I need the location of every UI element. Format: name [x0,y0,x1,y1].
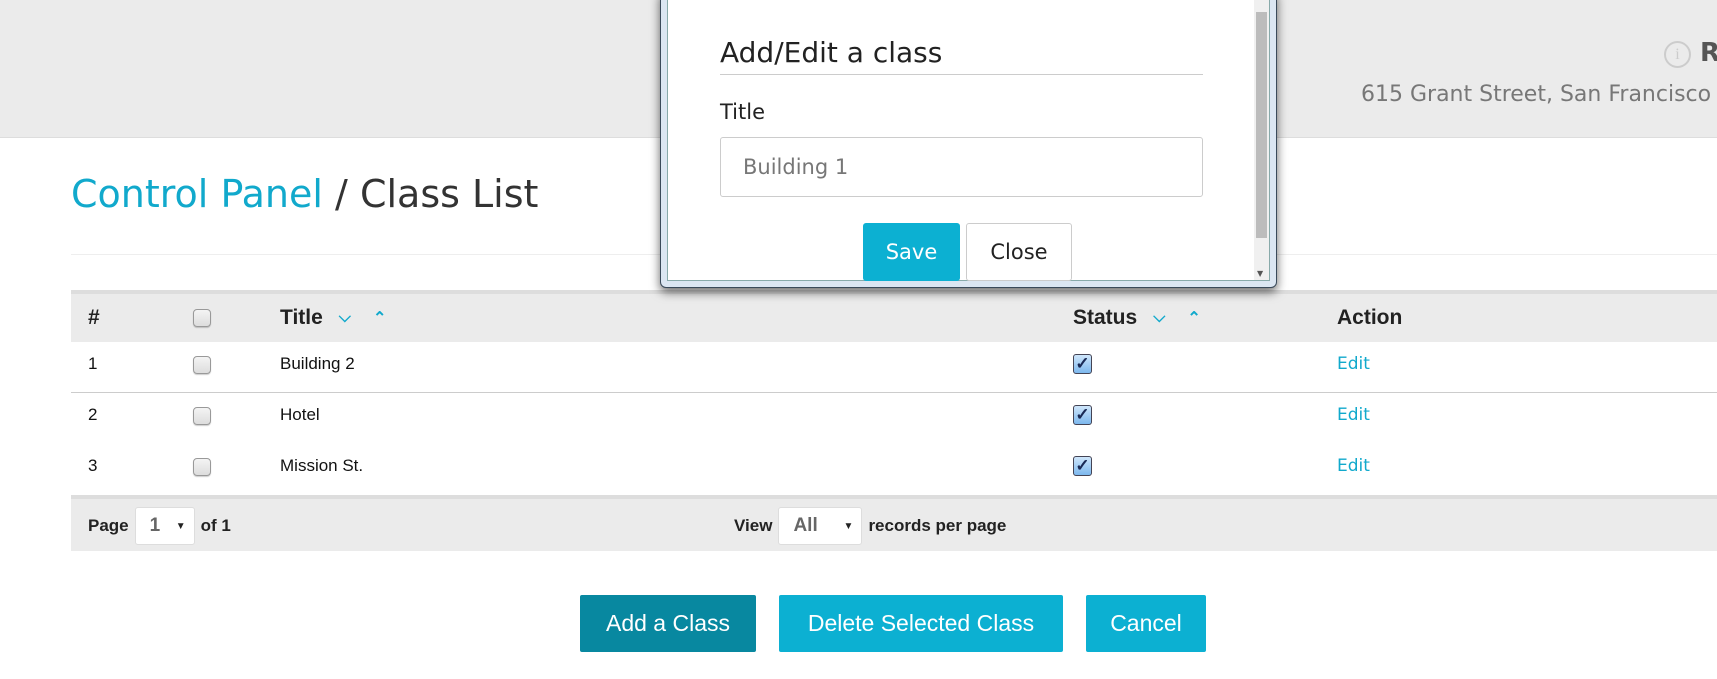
save-button[interactable]: Save [863,223,960,281]
scrollbar[interactable]: ▲ ▼ [1254,0,1269,280]
sort-asc-icon[interactable]: ⌃ [373,308,386,328]
page-count: of 1 [200,516,231,535]
row-checkbox[interactable] [193,458,211,476]
breadcrumb-separator: / [322,172,360,216]
add-class-button[interactable]: Add a Class [580,595,756,652]
sort-desc-icon[interactable]: ⌵ [1153,309,1165,327]
status-checkbox[interactable]: ✓ [1073,405,1092,425]
records-per-page-select[interactable]: All ▼ [778,507,863,545]
divider [720,74,1203,75]
view-value: All [793,515,818,536]
dialog-heading: Add/Edit a class [720,36,943,69]
class-table: # Title ⌵ ⌃ Status ⌵ ⌃ Action 1 Building 2 ✓… [71,290,1717,551]
dropdown-arrow-icon: ▼ [843,520,854,532]
row-number: 1 [88,354,98,373]
column-action: Action [1337,306,1403,329]
row-checkbox[interactable] [193,356,211,374]
sort-asc-icon[interactable]: ⌃ [1187,308,1200,328]
status-checkbox[interactable]: ✓ [1073,354,1092,374]
scrollbar-thumb[interactable] [1256,12,1267,238]
row-number: 2 [88,405,98,424]
dropdown-arrow-icon: ▼ [175,520,186,532]
status-checkbox[interactable]: ✓ [1073,456,1092,476]
add-edit-class-dialog: Add/Edit a class Title Building 1 Save C… [660,0,1277,288]
page-title: Class List [359,172,539,216]
select-all-checkbox[interactable] [193,309,211,327]
edit-link[interactable]: Edit [1337,456,1370,476]
breadcrumb-control-panel-link[interactable]: Control Panel [71,172,323,216]
header-address: 615 Grant Street, San Francisco [1361,82,1712,107]
page-label: Page [88,516,129,535]
row-title: Mission St. [280,456,364,475]
page-value: 1 [149,515,161,536]
pagination-bar: Page 1 ▼ of 1 View All ▼ records per page [71,495,1717,551]
column-status: Status [1073,306,1138,329]
table-row: 2 Hotel ✓ Edit [71,393,1717,444]
row-title: Building 2 [280,354,355,373]
info-circle-icon[interactable]: i [1664,41,1691,68]
per-page-label: records per page [868,516,1007,535]
row-title: Hotel [280,405,320,424]
delete-selected-class-button[interactable]: Delete Selected Class [779,595,1063,652]
column-title: Title [280,306,323,329]
view-label: View [734,516,773,535]
header-name: R [1700,38,1717,68]
scroll-up-icon[interactable]: ▲ [1257,0,1263,1]
row-number: 3 [88,456,98,475]
title-input[interactable]: Building 1 [720,137,1203,197]
breadcrumb: Control Panel / Class List [71,172,538,216]
edit-link[interactable]: Edit [1337,354,1370,374]
title-label: Title [720,100,766,124]
table-row: 1 Building 2 ✓ Edit [71,342,1717,393]
table-row: 3 Mission St. ✓ Edit [71,444,1717,495]
scroll-down-icon[interactable]: ▼ [1257,269,1263,278]
page-select[interactable]: 1 ▼ [134,507,195,545]
sort-desc-icon[interactable]: ⌵ [339,309,351,327]
edit-link[interactable]: Edit [1337,405,1370,425]
row-checkbox[interactable] [193,407,211,425]
cancel-button[interactable]: Cancel [1086,595,1206,652]
column-number: # [88,306,100,329]
table-header: # Title ⌵ ⌃ Status ⌵ ⌃ Action [71,290,1717,342]
close-button[interactable]: Close [966,223,1072,281]
